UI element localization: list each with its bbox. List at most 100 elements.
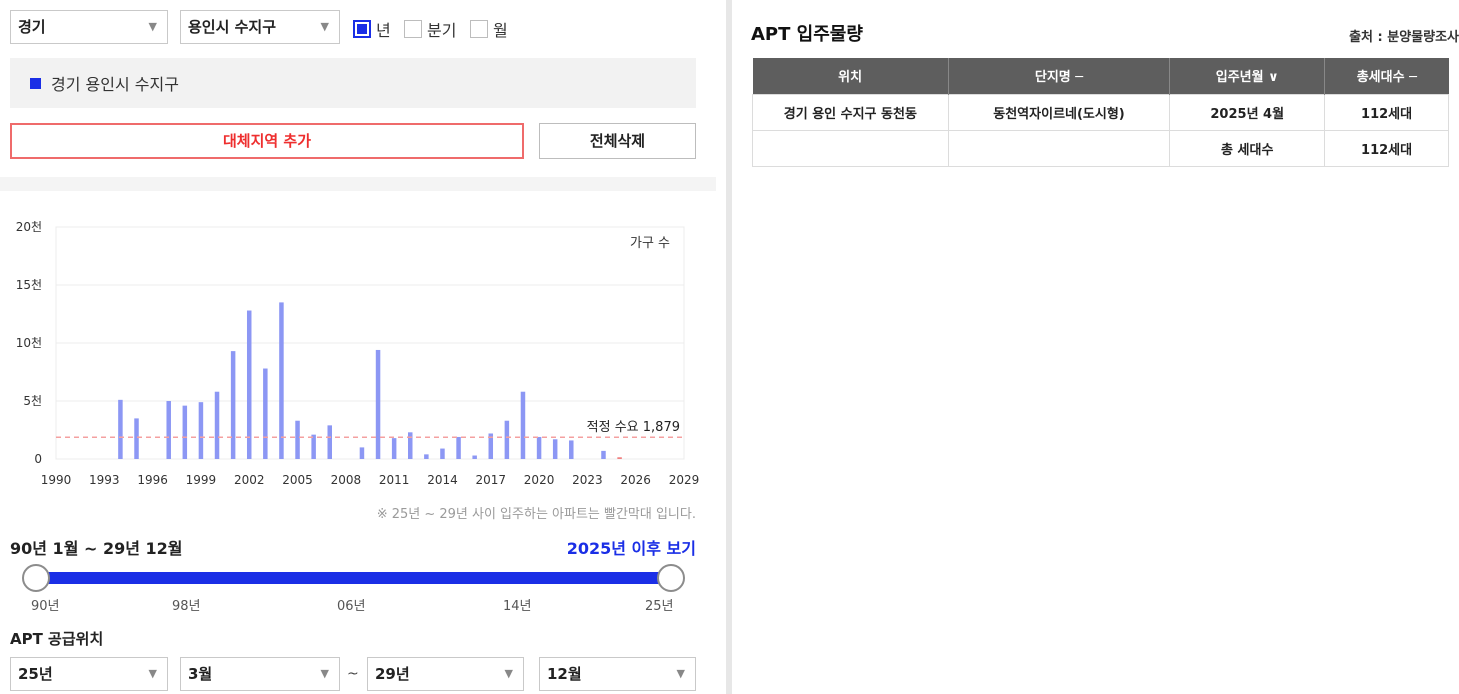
period-checkbox-label: 년	[376, 21, 391, 40]
period-slider-track[interactable]	[36, 572, 672, 584]
range-label: 90년 1월 ~ 29년 12월	[10, 539, 183, 558]
bar	[569, 440, 574, 459]
chevron-down-icon: ▼	[320, 20, 329, 33]
bar	[375, 349, 381, 459]
table-cell: 동천역자이르네(도시형)	[947, 93, 1171, 131]
table-row: 경기 용인 수지구 동천동 동천역자이르네(도시형) 2025년 4월 112세…	[752, 93, 1449, 131]
period-checkbox-label: 분기	[427, 21, 457, 40]
bar	[456, 436, 461, 459]
slider-tick-label: 14년	[503, 599, 532, 614]
table-header-row: 위치 단지명 ─ 입주년월 ∨ 총세대수 ─	[752, 58, 1449, 94]
table-cell: 112세대	[1324, 93, 1449, 131]
selected-region: 경기 용인시 수지구	[10, 58, 696, 108]
bar	[327, 425, 332, 459]
start-month-value: 3월	[188, 665, 213, 683]
slider-tick-label: 98년	[172, 599, 201, 614]
y-tick-label: 10천	[16, 335, 42, 350]
slider-tick-label: 06년	[337, 599, 366, 614]
slider-tick-label: 25년	[645, 599, 674, 614]
apt-table: 위치 단지명 ─ 입주년월 ∨ 총세대수 ─ 경기 용인 수지구 동천동 동천역…	[752, 58, 1449, 167]
slider-tick-label: 90년	[31, 599, 60, 614]
column-header-location[interactable]: 위치	[752, 58, 949, 94]
reference-line-label: 적정 수요 1,879	[587, 420, 680, 435]
x-tick-label: 2026	[620, 473, 651, 487]
x-tick-label: 2023	[572, 473, 603, 487]
table-cell: 112세대	[1324, 129, 1449, 167]
checkbox-unchecked-icon	[470, 20, 488, 38]
bar	[279, 302, 284, 459]
period-checkbox-quarter[interactable]: 분기	[404, 17, 456, 41]
bar	[295, 420, 300, 459]
selected-region-label: 경기 용인시 수지구	[51, 75, 179, 94]
table-cell: 2025년 4월	[1169, 93, 1326, 131]
source-label: 출처 : 분양물량조사	[1349, 30, 1459, 45]
period-checkbox-month[interactable]: 월	[470, 17, 508, 41]
city-select[interactable]: 용인시 수지구 ▼	[180, 10, 340, 44]
y-tick-label: 15천	[16, 277, 42, 292]
x-tick-label: 1993	[89, 473, 120, 487]
x-tick-label: 2005	[282, 473, 313, 487]
bar	[601, 450, 606, 459]
start-month-select[interactable]: 3월 ▼	[180, 657, 340, 691]
view-after-2025-link[interactable]: 2025년 이후 보기	[567, 535, 696, 559]
end-month-select[interactable]: 12월 ▼	[539, 657, 696, 691]
table-total-row: 총 세대수 112세대	[752, 129, 1449, 167]
bar	[214, 391, 220, 459]
end-year-select[interactable]: 29년 ▼	[367, 657, 524, 691]
slider-end-handle[interactable]	[657, 564, 685, 592]
table-cell	[752, 129, 949, 167]
period-checkbox-label: 월	[493, 21, 508, 40]
chevron-down-icon: ▼	[504, 667, 513, 680]
bar	[536, 436, 542, 459]
x-tick-label: 1999	[186, 473, 217, 487]
bar	[230, 351, 236, 459]
chevron-down-icon: ▼	[676, 667, 685, 680]
bar	[472, 455, 477, 459]
period-checkbox-year[interactable]: 년	[353, 17, 391, 41]
table-cell	[947, 129, 1171, 167]
chevron-down-icon: ▼	[320, 667, 329, 680]
x-tick-label: 1996	[137, 473, 168, 487]
province-select[interactable]: 경기 ▼	[10, 10, 168, 44]
y-tick-label: 20천	[16, 219, 42, 234]
x-tick-label: 2014	[427, 473, 458, 487]
bar	[552, 439, 558, 459]
apt-title: APT 입주물량	[751, 24, 863, 45]
x-tick-label: 2017	[475, 473, 506, 487]
supply-location-title: APT 공급위치	[10, 630, 104, 648]
start-year-select[interactable]: 25년 ▼	[10, 657, 168, 691]
x-tick-label: 2020	[524, 473, 555, 487]
bar	[359, 447, 365, 459]
province-select-value: 경기	[18, 18, 46, 36]
bar	[182, 405, 188, 459]
x-tick-label: 2008	[331, 473, 362, 487]
legend-square-icon	[30, 77, 41, 89]
x-tick-label: 2011	[379, 473, 410, 487]
y-tick-label: 0	[34, 452, 42, 466]
y-tick-label: 5천	[23, 393, 42, 408]
bar	[504, 420, 510, 459]
bar	[520, 391, 526, 459]
bar	[134, 418, 139, 459]
bar	[424, 454, 429, 459]
bar	[440, 448, 445, 459]
column-header-households[interactable]: 총세대수 ─	[1324, 58, 1449, 94]
column-header-move-in[interactable]: 입주년월 ∨	[1169, 58, 1326, 94]
bar	[118, 399, 123, 459]
delete-all-button[interactable]: 전체삭제	[539, 123, 696, 159]
column-header-complex[interactable]: 단지명 ─	[948, 58, 1171, 94]
checkbox-checked-icon	[353, 20, 371, 38]
end-year-value: 29년	[375, 665, 410, 683]
slider-start-handle[interactable]	[22, 564, 50, 592]
bar	[408, 432, 413, 459]
table-cell: 총 세대수	[1169, 129, 1326, 167]
supply-bar-chart: 0 5천 10천 15천 20천 1990 1993 1996 1999 2002 2005 2008…	[16, 219, 700, 487]
table-cell: 경기 용인 수지구 동천동	[752, 93, 949, 131]
right-panel: APT 입주물량 출처 : 분양물량조사 위치 단지명 ─ 입주년월 ∨ 총세대…	[732, 0, 1459, 694]
left-panel: 경기 ▼ 용인시 수지구 ▼ 년 분기 월 경기 용인시 수지구 대체지역 추가…	[0, 0, 716, 694]
x-tick-label: 2029	[669, 473, 700, 487]
x-tick-label: 2002	[234, 473, 265, 487]
checkbox-unchecked-icon	[404, 20, 422, 38]
chart-note: ※ 25년 ~ 29년 사이 입주하는 아파트는 빨간막대 입니다.	[376, 507, 696, 522]
add-alternative-region-button[interactable]: 대체지역 추가	[10, 123, 524, 159]
